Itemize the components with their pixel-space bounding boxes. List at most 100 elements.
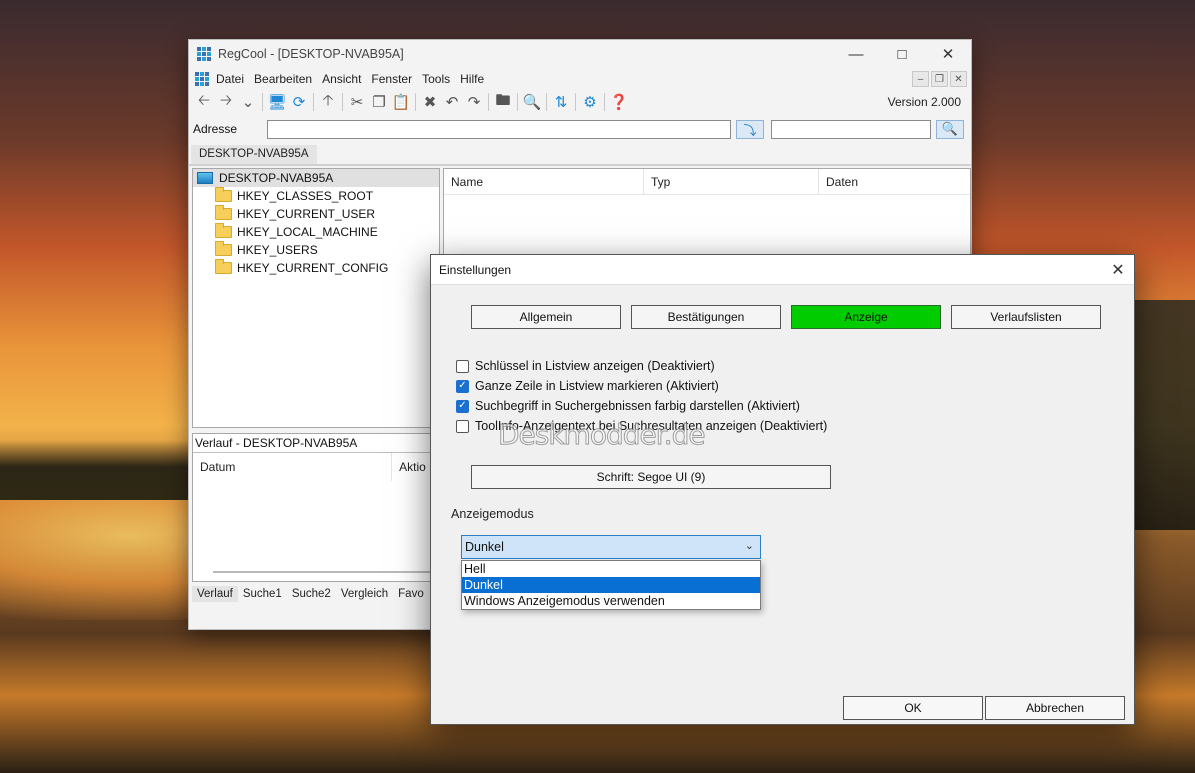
cancel-button[interactable]: Abbrechen <box>985 696 1125 720</box>
tab-anzeige[interactable]: Anzeige <box>791 305 941 329</box>
checkbox-checked[interactable]: ✓ <box>456 379 469 393</box>
minimize-button[interactable]: — <box>833 40 879 68</box>
menu-hilfe[interactable]: Hilfe <box>455 72 489 86</box>
version-label: Version 2.000 <box>887 95 961 109</box>
computer-icon <box>197 172 213 184</box>
column-datum[interactable]: Datum <box>193 453 393 481</box>
ok-button[interactable]: OK <box>843 696 983 720</box>
dropdown-chevron-icon[interactable]: ⌄ <box>237 91 259 113</box>
copy-icon[interactable]: ❐ <box>368 91 390 113</box>
display-mode-value: Dunkel <box>465 540 504 554</box>
tree-item-hkey-local-machine[interactable]: HKEY_LOCAL_MACHINE <box>193 223 439 241</box>
checkbox-row-highlight-search[interactable]: ✓ Suchbegriff in Suchergebnissen farbig … <box>456 396 827 416</box>
tree-item-label: HKEY_CURRENT_CONFIG <box>237 261 389 275</box>
display-mode-label: Anzeigemodus <box>451 507 534 521</box>
paste-icon[interactable]: 📋 <box>390 91 412 113</box>
tab-favoriten[interactable]: Favo <box>393 586 429 602</box>
column-typ[interactable]: Typ <box>644 168 819 195</box>
horizontal-scrollbar[interactable] <box>213 571 438 573</box>
mdi-minimize-button[interactable]: – <box>912 71 929 87</box>
display-mode-dropdown: Hell Dunkel Windows Anzeigemodus verwend… <box>461 560 761 610</box>
search-input[interactable] <box>771 119 931 139</box>
tree-item-hkey-classes-root[interactable]: HKEY_CLASSES_ROOT <box>193 187 439 205</box>
help-icon[interactable]: ❓ <box>608 91 630 113</box>
checkbox-unchecked[interactable] <box>456 359 469 373</box>
checkbox-row-full-row-select[interactable]: ✓ Ganze Zeile in Listview markieren (Akt… <box>456 376 827 396</box>
maximize-button[interactable]: □ <box>879 40 925 68</box>
history-pane: Verlauf - DESKTOP-NVAB95A Datum Aktio <box>192 433 440 582</box>
tree-root-label: DESKTOP-NVAB95A <box>219 171 334 185</box>
tab-suche1[interactable]: Suche1 <box>238 586 287 602</box>
tab-bestaetigungen[interactable]: Bestätigungen <box>631 305 781 329</box>
go-button[interactable]: ⤵ <box>736 119 764 139</box>
delete-icon[interactable]: ✖ <box>419 91 441 113</box>
tab-desktop[interactable]: DESKTOP-NVAB95A <box>191 145 317 164</box>
history-list-header: Datum Aktio <box>193 453 439 481</box>
forward-arrow-icon[interactable]: 🡢 <box>215 91 237 113</box>
refresh-icon[interactable]: ⟳ <box>288 91 310 113</box>
menu-bearbeiten[interactable]: Bearbeiten <box>249 72 317 86</box>
checkbox-label: Ganze Zeile in Listview markieren (Aktiv… <box>475 379 719 393</box>
tree-item-hkey-current-user[interactable]: HKEY_CURRENT_USER <box>193 205 439 223</box>
cut-icon[interactable]: ✂ <box>346 91 368 113</box>
chevron-down-icon: ⌄ <box>744 540 754 552</box>
settings-dialog: Einstellungen ✕ Allgemein Bestätigungen … <box>430 254 1135 725</box>
search-button[interactable]: 🔍 <box>936 119 964 139</box>
settings-gear-icon[interactable]: ⚙ <box>579 91 601 113</box>
checkbox-label: ToolInfo-Anzeigentext bei Suchresultaten… <box>475 419 828 433</box>
go-arrow-icon: ⤵ <box>743 122 757 138</box>
mdi-restore-button[interactable]: ❐ <box>931 71 948 87</box>
display-mode-select[interactable]: Dunkel ⌄ <box>461 535 761 559</box>
tab-suche2[interactable]: Suche2 <box>287 586 336 602</box>
menu-bar: Datei Bearbeiten Ansicht Fenster Tools H… <box>189 68 971 90</box>
menu-fenster[interactable]: Fenster <box>366 72 417 86</box>
mdi-close-button[interactable]: ✕ <box>950 71 967 87</box>
display-options: Schlüssel in Listview anzeigen (Deaktivi… <box>456 356 827 436</box>
tree-item-hkey-users[interactable]: HKEY_USERS <box>193 241 439 259</box>
sync-icon[interactable]: ⇅ <box>550 91 572 113</box>
option-dunkel[interactable]: Dunkel <box>462 577 760 593</box>
tab-allgemein[interactable]: Allgemein <box>471 305 621 329</box>
checkbox-unchecked[interactable] <box>456 419 469 433</box>
search-icon[interactable]: 🔍 <box>521 91 543 113</box>
checkbox-row-show-keys[interactable]: Schlüssel in Listview anzeigen (Deaktivi… <box>456 356 827 376</box>
dialog-title: Einstellungen <box>439 262 512 277</box>
up-arrow-icon[interactable]: 🡡 <box>317 91 339 113</box>
tab-verlaufslisten[interactable]: Verlaufslisten <box>951 305 1101 329</box>
title-bar[interactable]: RegCool - [DESKTOP-NVAB95A] — □ ✕ <box>189 40 971 68</box>
values-list-header: Name Typ Daten <box>444 168 970 195</box>
menu-datei[interactable]: Datei <box>211 72 249 86</box>
option-hell[interactable]: Hell <box>462 561 760 577</box>
document-tabs: DESKTOP-NVAB95A <box>189 144 971 166</box>
font-button[interactable]: Schrift: Segoe UI (9) <box>471 465 831 489</box>
column-name[interactable]: Name <box>444 168 644 195</box>
mdi-child-icon[interactable] <box>195 72 209 86</box>
computer-icon[interactable]: 🖥 <box>266 91 288 113</box>
tab-verlauf[interactable]: Verlauf <box>192 586 238 602</box>
checkbox-row-tooltip[interactable]: ToolInfo-Anzeigentext bei Suchresultaten… <box>456 416 827 436</box>
checkbox-checked[interactable]: ✓ <box>456 399 469 413</box>
search-icon: 🔍 <box>941 121 959 136</box>
tab-vergleich[interactable]: Vergleich <box>336 586 393 602</box>
dialog-close-icon[interactable]: ✕ <box>1102 255 1134 285</box>
new-key-icon[interactable]: 🖿 <box>492 91 514 113</box>
undo-icon[interactable]: ↶ <box>441 91 463 113</box>
redo-icon[interactable]: ↷ <box>463 91 485 113</box>
tree-item-hkey-current-config[interactable]: HKEY_CURRENT_CONFIG <box>193 259 439 277</box>
dialog-title-bar[interactable]: Einstellungen ✕ <box>431 255 1134 285</box>
column-daten[interactable]: Daten <box>819 169 970 195</box>
dialog-tabs: Allgemein Bestätigungen Anzeige Verlaufs… <box>471 305 1101 329</box>
close-button[interactable]: ✕ <box>925 40 971 68</box>
tree-item-label: HKEY_CURRENT_USER <box>237 207 376 221</box>
registry-tree: DESKTOP-NVAB95A HKEY_CLASSES_ROOT HKEY_C… <box>192 168 440 428</box>
background-treeline-right <box>1135 300 1195 530</box>
menu-tools[interactable]: Tools <box>417 72 455 86</box>
mdi-controls: – ❐ ✕ <box>912 71 971 87</box>
address-input[interactable] <box>267 119 731 139</box>
tree-item-label: HKEY_LOCAL_MACHINE <box>237 225 378 239</box>
option-windows-mode[interactable]: Windows Anzeigemodus verwenden <box>462 593 760 609</box>
bottom-tabs: Verlauf Suche1 Suche2 Vergleich Favo <box>192 586 429 602</box>
back-arrow-icon[interactable]: 🡠 <box>193 91 215 113</box>
menu-ansicht[interactable]: Ansicht <box>317 72 366 86</box>
tree-root-item[interactable]: DESKTOP-NVAB95A <box>193 169 439 187</box>
